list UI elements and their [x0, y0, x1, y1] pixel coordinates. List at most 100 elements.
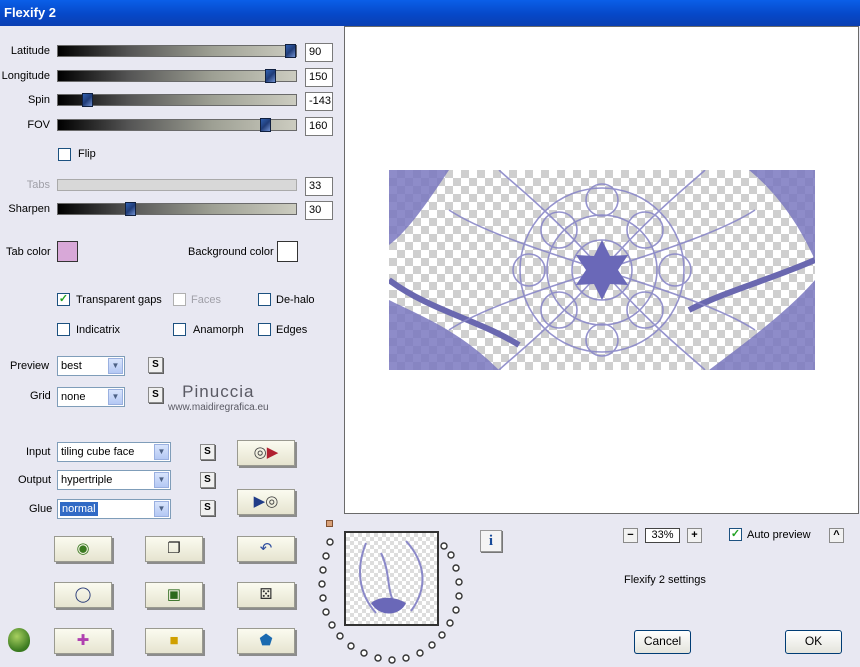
input-select[interactable]: tiling cube face ▼ [57, 442, 171, 462]
globe-icon: ◉ [76, 540, 90, 557]
edges-label: Edges [276, 324, 308, 336]
frame-button[interactable]: ▣ [145, 582, 203, 608]
preview-canvas[interactable] [344, 26, 859, 514]
input-s-button[interactable]: S [200, 444, 215, 460]
input-select-value: tiling cube face [61, 446, 135, 458]
spin-slider[interactable] [57, 93, 297, 107]
ring-icon: ◯ [74, 586, 92, 603]
fov-slider[interactable] [57, 118, 297, 132]
transparent-gaps-label: Transparent gaps [76, 294, 162, 306]
reset-button[interactable]: ◯ [54, 582, 112, 608]
input-label: Input [26, 446, 51, 458]
longitude-slider-thumb[interactable] [265, 69, 276, 83]
tabs-label: Tabs [26, 179, 50, 191]
zoom-in-button[interactable]: + [687, 528, 702, 543]
de-halo-checkbox[interactable] [258, 293, 271, 306]
random-button[interactable]: ⚄ [237, 582, 295, 608]
randomize-colors-button[interactable]: ◉ [54, 536, 112, 562]
flaming-pear-logo-icon [8, 628, 30, 652]
faces-checkbox [173, 293, 186, 306]
transparent-gaps-checkbox[interactable]: ✓ [57, 293, 70, 306]
de-halo-label: De-halo [276, 294, 315, 306]
dice-icon: ⚄ [259, 586, 273, 603]
tabs-value: 33 [305, 177, 333, 196]
chevron-down-icon[interactable]: ▼ [108, 358, 123, 374]
chevron-down-icon[interactable]: ▼ [108, 389, 123, 405]
block-button[interactable]: ■ [145, 628, 203, 654]
tabs-slider [57, 179, 297, 191]
cross-button[interactable]: ✚ [54, 628, 112, 654]
navigator-thumbnail[interactable] [344, 531, 439, 626]
zoom-out-button[interactable]: − [623, 528, 638, 543]
latitude-label: Latitude [10, 45, 50, 57]
ok-button[interactable]: OK [785, 630, 842, 654]
glue-select-value: normal [60, 502, 98, 516]
chevron-down-icon[interactable]: ▼ [154, 501, 169, 517]
output-s-button[interactable]: S [200, 472, 215, 488]
output-select-value: hypertriple [61, 474, 113, 486]
preview-select[interactable]: best ▼ [57, 356, 125, 376]
cross-icon: ✚ [76, 632, 90, 649]
lego-brick-icon: ■ [169, 632, 179, 649]
collapse-button[interactable]: ^ [829, 528, 844, 543]
chevron-down-icon[interactable]: ▼ [154, 444, 169, 460]
copy-icon: ❐ [167, 540, 181, 557]
output-select[interactable]: hypertriple ▼ [57, 470, 171, 490]
chevron-down-icon[interactable]: ▼ [154, 472, 169, 488]
fov-slider-thumb[interactable] [260, 118, 271, 132]
grid-label: Grid [30, 390, 51, 402]
latitude-slider[interactable] [57, 44, 297, 58]
tab-color-label: Tab color [6, 246, 51, 258]
sharpen-slider-thumb[interactable] [125, 202, 136, 216]
edges-checkbox[interactable] [258, 323, 271, 336]
sharpen-slider[interactable] [57, 202, 297, 216]
pentagon-icon: ⬟ [259, 632, 273, 649]
auto-preview-label: Auto preview [747, 529, 811, 541]
longitude-value[interactable]: 150 [305, 68, 333, 87]
anamorph-checkbox[interactable] [173, 323, 186, 336]
indicatrix-checkbox[interactable] [57, 323, 70, 336]
anamorph-label: Anamorph [193, 324, 244, 336]
spin-value[interactable]: -143 [305, 92, 333, 111]
watermark-name: Pinuccia [182, 382, 255, 401]
undo-button[interactable]: ↶ [237, 536, 295, 562]
glue-select[interactable]: normal ▼ [57, 499, 171, 519]
copy-button[interactable]: ❐ [145, 536, 203, 562]
spin-slider-thumb[interactable] [82, 93, 93, 107]
play-icon: ▶ [266, 444, 279, 461]
latitude-slider-thumb[interactable] [285, 44, 296, 58]
cancel-button[interactable]: Cancel [634, 630, 691, 654]
play-icon: ▶ [253, 493, 266, 510]
grid-s-button[interactable]: S [148, 387, 163, 403]
preview-select-value: best [61, 360, 82, 372]
glue-s-button[interactable]: S [200, 500, 215, 516]
preview-s-button[interactable]: S [148, 357, 163, 373]
tab-color-swatch[interactable] [57, 241, 78, 262]
watermark-url: www.maidiregrafica.eu [168, 402, 269, 413]
fov-label: FOV [27, 119, 50, 131]
background-color-swatch[interactable] [277, 241, 298, 262]
square-icon: ▣ [166, 586, 182, 603]
settings-status-text: Flexify 2 settings [624, 574, 706, 586]
info-button[interactable]: i [480, 530, 502, 552]
longitude-slider[interactable] [57, 69, 297, 83]
flip-label: Flip [78, 148, 96, 160]
save-disc-button[interactable]: ▶◎ [237, 489, 295, 515]
title-bar: Flexify 2 [0, 0, 860, 26]
load-disc-button[interactable]: ◎▶ [237, 440, 295, 466]
preview-label: Preview [10, 360, 50, 372]
watermark: Pinuccia www.maidiregrafica.eu [168, 382, 269, 413]
glue-label: Glue [29, 503, 53, 515]
latitude-value[interactable]: 90 [305, 43, 333, 62]
sharpen-label: Sharpen [8, 203, 50, 215]
indicatrix-label: Indicatrix [76, 324, 121, 336]
preview-image [389, 170, 815, 370]
fov-value[interactable]: 160 [305, 117, 333, 136]
grid-select[interactable]: none ▼ [57, 387, 125, 407]
sharpen-value[interactable]: 30 [305, 201, 333, 220]
spin-label: Spin [27, 94, 50, 106]
auto-preview-checkbox[interactable]: ✓ [729, 528, 742, 541]
flip-checkbox[interactable] [58, 148, 71, 161]
disc-load-icon: ◎ [253, 444, 267, 461]
pentagon-button[interactable]: ⬟ [237, 628, 295, 654]
